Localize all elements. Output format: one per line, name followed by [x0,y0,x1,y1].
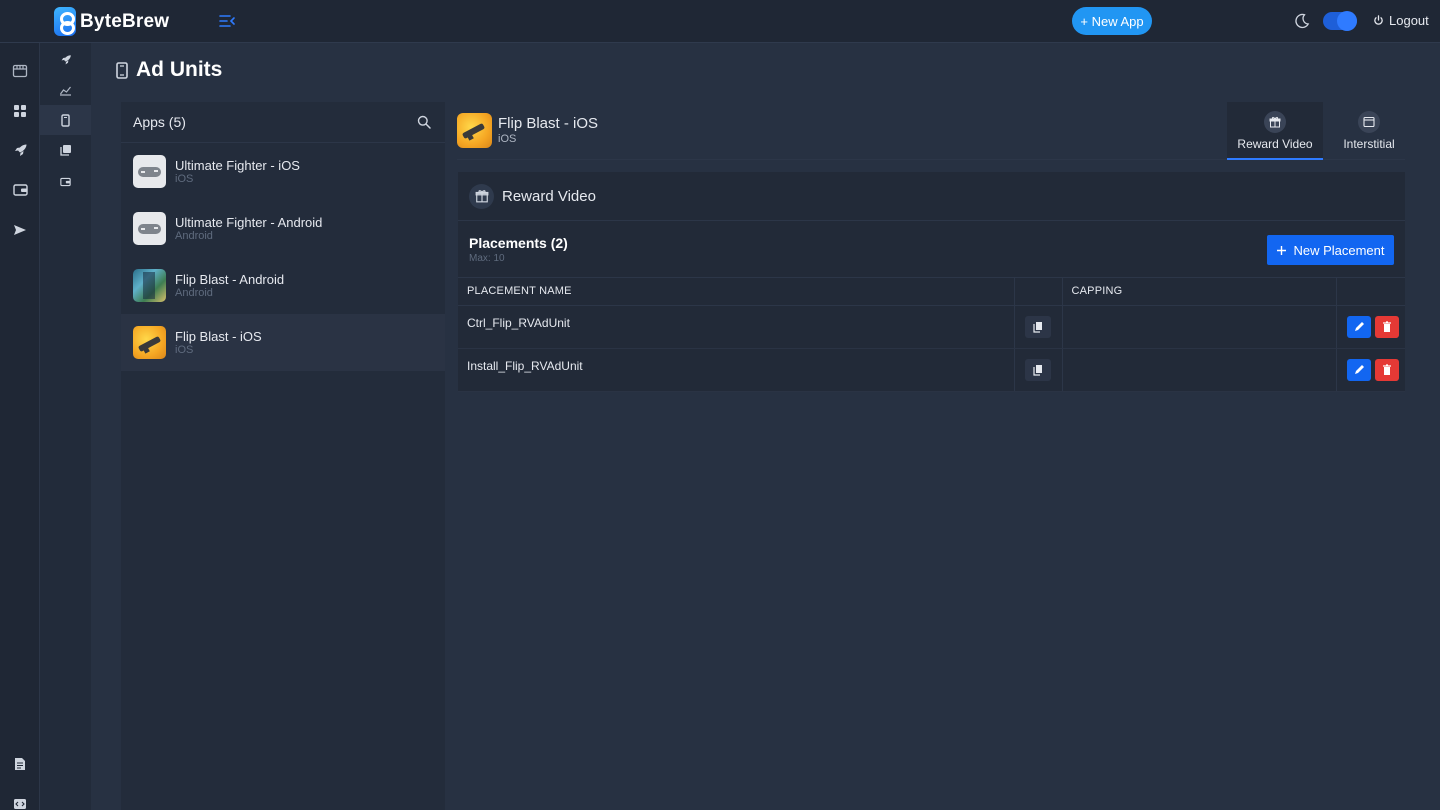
toggle-knob [1337,11,1357,31]
store-icon[interactable] [0,56,40,86]
placements-header: Placements (2) Max: 10 New Placement [458,221,1405,278]
tab-label: Reward Video [1237,137,1313,151]
dark-mode-moon-icon[interactable] [1294,13,1310,29]
gift-icon [1264,111,1286,133]
app-name: Flip Blast - iOS [175,328,262,344]
logout-label: Logout [1389,13,1429,28]
top-bar: ByteBrew + New App Logout [0,0,1440,43]
placement-name-cell: Install_Flip_RVAdUnit [458,348,1015,392]
wallet-small-icon[interactable] [40,167,91,197]
ad-units-phone-icon[interactable] [40,105,91,135]
app-platform: iOS [175,343,194,356]
app-platform: iOS [175,172,194,185]
brand-name: ByteBrew [80,10,170,32]
actions-cell [1336,348,1405,392]
rocket-icon[interactable] [0,135,40,165]
reward-video-card: Reward Video Placements (2) Max: 10 New … [458,172,1405,392]
actions-cell [1336,305,1405,349]
copy-icon [1033,364,1042,376]
table-row: Ctrl_Flip_RVAdUnit [458,305,1405,349]
card-header: Reward Video [458,172,1405,221]
window-icon [1358,111,1380,133]
new-app-button[interactable]: + New App [1072,7,1152,35]
flip-blast-ios-icon [133,326,166,359]
power-icon [1374,15,1383,25]
search-icon[interactable] [417,115,431,129]
table-row: Install_Flip_RVAdUnit [458,348,1405,392]
app-name: Flip Blast - Android [175,271,285,287]
selected-app-platform: iOS [498,133,517,145]
delete-button[interactable] [1374,358,1399,381]
gamepad-icon [133,155,166,188]
app-platform: Android [175,229,213,242]
tab-interstitial[interactable]: Interstitial [1323,102,1415,160]
placements-table: PLACEMENT NAME CAPPING Ctrl_Flip_RVAdUni… [458,278,1405,392]
app-list-item-selected[interactable]: Flip Blast - iOS iOS [121,314,445,371]
analytics-chart-icon[interactable] [40,75,91,105]
brand[interactable]: ByteBrew [54,7,169,36]
app-detail-header: Flip Blast - iOS iOS Reward Video Inters… [457,102,1405,160]
app-name: Ultimate Fighter - Android [175,214,323,230]
selected-app-name: Flip Blast - iOS [498,115,599,132]
flip-blast-ios-icon [457,113,492,148]
placements-max: Max: 10 [469,253,505,264]
trash-icon [1382,363,1391,375]
launch-rocket-icon[interactable] [40,45,91,75]
table-header-row: PLACEMENT NAME CAPPING [458,278,1405,306]
copy-button[interactable] [1025,358,1051,381]
send-icon[interactable] [0,215,40,245]
page-title: Ad Units [136,58,223,81]
placements-title: Placements (2) [469,235,568,251]
copy-cell [1014,348,1063,392]
media-gallery-icon[interactable] [40,135,91,165]
pencil-icon [1354,364,1364,374]
new-placement-label: New Placement [1293,242,1385,258]
page-title-wrap: Ad Units [116,58,222,82]
app-name: Ultimate Fighter - iOS [175,157,300,173]
code-icon[interactable] [0,789,40,810]
column-placement-name: PLACEMENT NAME [458,278,1015,306]
app-list-item[interactable]: Ultimate Fighter - iOS iOS [121,143,445,200]
placement-name-cell: Ctrl_Flip_RVAdUnit [458,305,1015,349]
tab-label: Interstitial [1343,137,1395,151]
capping-cell [1062,348,1337,392]
card-title: Reward Video [502,187,596,205]
theme-toggle[interactable] [1323,11,1357,31]
flip-blast-android-icon [133,269,166,302]
plus-icon [1277,245,1287,255]
new-placement-button[interactable]: New Placement [1267,235,1394,265]
wallet-icon[interactable] [0,175,40,205]
copy-icon [1033,321,1042,333]
column-copy [1014,278,1063,306]
app-list-item[interactable]: Ultimate Fighter - Android Android [121,200,445,257]
pencil-icon [1354,321,1364,331]
app-list-item[interactable]: Flip Blast - Android Android [121,257,445,314]
logout-button[interactable]: Logout [1373,13,1429,28]
copy-button[interactable] [1025,315,1051,338]
trash-icon [1382,320,1391,332]
primary-sidebar [0,43,40,810]
document-icon[interactable] [0,749,40,779]
column-actions [1336,278,1405,306]
app-platform: Android [175,286,213,299]
gamepad-icon [133,212,166,245]
column-capping: CAPPING [1062,278,1337,306]
copy-cell [1014,305,1063,349]
tab-reward-video[interactable]: Reward Video [1227,102,1323,160]
apps-panel: Apps (5) Ultimate Fighter - iOS iOS Ulti… [121,102,445,810]
gift-icon [469,183,494,209]
bytebrew-logo-icon [54,7,76,36]
menu-collapse-icon[interactable] [218,12,236,30]
edit-button[interactable] [1346,358,1371,381]
secondary-sidebar [40,43,91,810]
apps-header: Apps (5) [121,102,445,143]
dashboard-icon[interactable] [0,96,40,126]
phone-icon [116,61,128,79]
edit-button[interactable] [1346,315,1371,338]
apps-title: Apps (5) [133,114,186,130]
delete-button[interactable] [1374,315,1399,338]
capping-cell [1062,305,1337,349]
